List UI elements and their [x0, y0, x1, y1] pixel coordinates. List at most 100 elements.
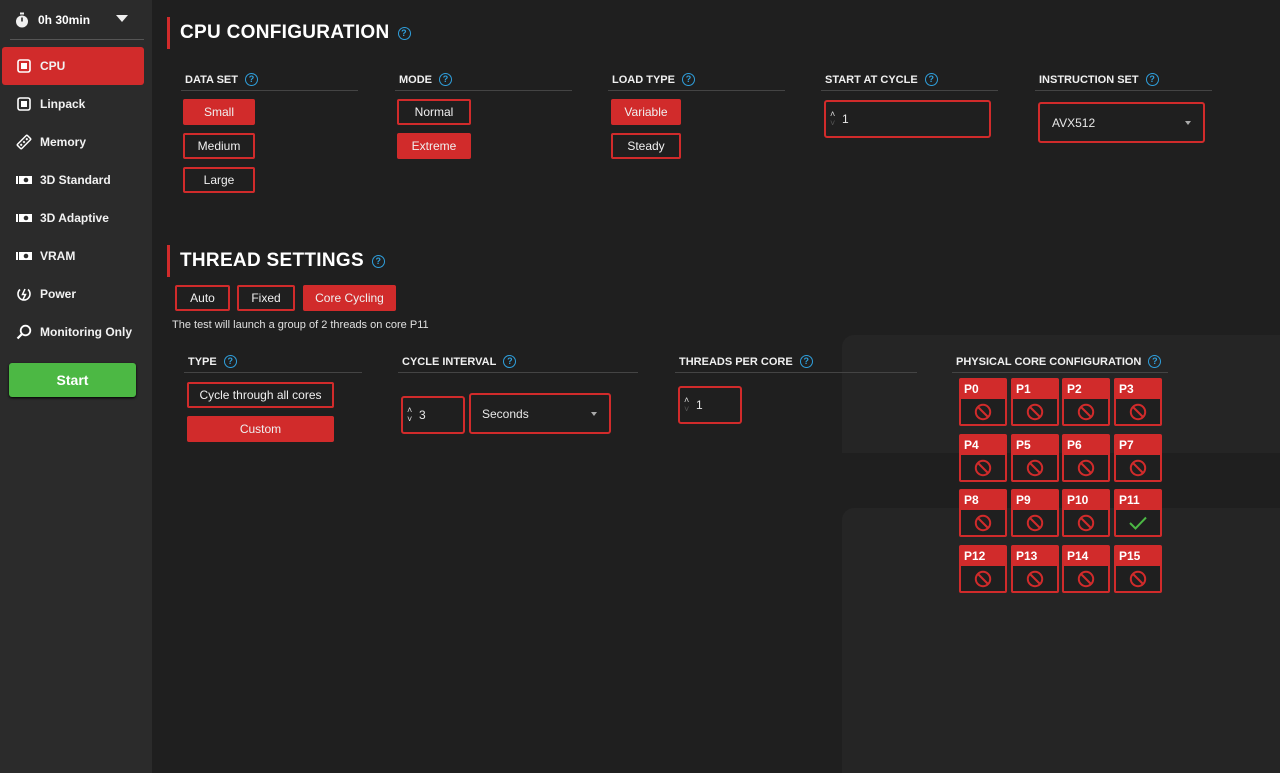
core-toggle-p7[interactable]: P7 — [1114, 434, 1162, 482]
core-label: P14 — [1064, 547, 1108, 566]
load-type-steady-button[interactable]: Steady — [611, 133, 681, 159]
threads-per-core-input[interactable]: ˄ ˅ 1 — [678, 386, 742, 424]
load-type-label: LOAD TYPE — [612, 73, 675, 86]
sidebar-item-label: VRAM — [40, 249, 76, 263]
core-toggle-p8[interactable]: P8 — [959, 489, 1007, 537]
chevron-down-icon[interactable]: ˅ — [684, 405, 692, 414]
chevron-down-icon[interactable]: ˅ — [407, 415, 415, 424]
help-icon[interactable]: ? — [439, 73, 452, 86]
disabled-icon — [1013, 510, 1057, 535]
data-set-small-button[interactable]: Small — [183, 99, 255, 125]
timer-label: 0h 30min — [38, 13, 91, 27]
core-label: P6 — [1064, 436, 1108, 455]
start-at-cycle-input[interactable]: ˄ ˅ 1 — [824, 100, 991, 138]
number-stepper[interactable]: ˄ ˅ — [830, 110, 838, 128]
data-set-header: DATA SET? — [181, 69, 358, 91]
disabled-icon — [961, 399, 1005, 424]
core-toggle-p13[interactable]: P13 — [1011, 545, 1059, 593]
help-icon[interactable]: ? — [924, 73, 938, 86]
core-toggle-p9[interactable]: P9 — [1011, 489, 1059, 537]
disabled-icon — [1064, 566, 1108, 591]
core-toggle-p15[interactable]: P15 — [1114, 545, 1162, 593]
mode-normal-button[interactable]: Normal — [397, 99, 471, 125]
disabled-icon — [1013, 399, 1057, 424]
core-toggle-p12[interactable]: P12 — [959, 545, 1007, 593]
timer-selector[interactable]: 0h 30min — [14, 6, 140, 34]
sidebar-item-label: Monitoring Only — [40, 325, 132, 339]
core-label: P11 — [1116, 491, 1160, 510]
core-toggle-p6[interactable]: P6 — [1062, 434, 1110, 482]
chevron-down-icon[interactable]: ˅ — [830, 119, 838, 128]
disabled-icon — [961, 455, 1005, 480]
core-label: P12 — [961, 547, 1005, 566]
mode-label: MODE — [399, 73, 432, 86]
core-label: P4 — [961, 436, 1005, 455]
cycle-interval-unit-select[interactable]: Seconds — [469, 393, 611, 434]
disabled-icon — [1064, 399, 1108, 424]
core-label: P5 — [1013, 436, 1057, 455]
help-icon[interactable]: ? — [1145, 73, 1159, 86]
sidebar-item-cpu[interactable]: CPU — [2, 47, 144, 85]
help-icon[interactable]: ? — [397, 26, 411, 40]
background-panel — [842, 508, 1280, 773]
help-icon[interactable]: ? — [681, 73, 695, 86]
instruction-set-label: INSTRUCTION SET — [1039, 73, 1139, 86]
help-icon[interactable]: ? — [503, 355, 517, 368]
sidebar-item-3d-standard[interactable]: 3D Standard — [2, 161, 144, 199]
core-label: P10 — [1064, 491, 1108, 510]
sidebar-item-label: Memory — [40, 135, 87, 149]
checkmark-icon — [1116, 510, 1160, 535]
number-stepper[interactable]: ˄ ˅ — [684, 396, 692, 414]
help-icon[interactable]: ? — [799, 355, 813, 368]
cycle-interval-value: 3 — [419, 408, 426, 422]
core-toggle-p14[interactable]: P14 — [1062, 545, 1110, 593]
start-at-cycle-label: START AT CYCLE — [825, 73, 918, 86]
sidebar-item-3d-adaptive[interactable]: 3D Adaptive — [2, 199, 144, 237]
gpu-icon — [16, 172, 32, 188]
thread-mode-auto-button[interactable]: Auto — [175, 285, 230, 311]
data-set-large-button[interactable]: Large — [183, 167, 255, 193]
start-at-cycle-value: 1 — [842, 112, 849, 126]
thread-mode-fixed-button[interactable]: Fixed — [237, 285, 295, 311]
core-toggle-p0[interactable]: P0 — [959, 378, 1007, 426]
core-toggle-p5[interactable]: P5 — [1011, 434, 1059, 482]
help-icon[interactable]: ? — [244, 73, 258, 86]
core-toggle-p11[interactable]: P11 — [1114, 489, 1162, 537]
mode-extreme-button[interactable]: Extreme — [397, 133, 471, 159]
core-label: P13 — [1013, 547, 1057, 566]
instruction-set-header: INSTRUCTION SET? — [1035, 69, 1212, 91]
thread-mode-core-cycling-button[interactable]: Core Cycling — [303, 285, 396, 311]
sidebar-item-label: Power — [40, 287, 77, 301]
start-button[interactable]: Start — [9, 363, 136, 397]
core-label: P2 — [1064, 380, 1108, 399]
physical-core-header: PHYSICAL CORE CONFIGURATION? — [952, 351, 1168, 373]
disabled-icon — [961, 566, 1005, 591]
number-stepper[interactable]: ˄ ˅ — [407, 406, 415, 424]
linpack-icon — [16, 96, 32, 112]
chevron-down-icon[interactable] — [116, 15, 128, 22]
core-toggle-p1[interactable]: P1 — [1011, 378, 1059, 426]
sidebar-item-monitoring-only[interactable]: Monitoring Only — [2, 313, 144, 351]
core-toggle-p10[interactable]: P10 — [1062, 489, 1110, 537]
type-custom-button[interactable]: Custom — [187, 416, 334, 442]
core-toggle-p2[interactable]: P2 — [1062, 378, 1110, 426]
help-icon[interactable]: ? — [1148, 355, 1162, 368]
core-toggle-p3[interactable]: P3 — [1114, 378, 1162, 426]
section-title-thread-settings: THREAD SETTINGS ? — [167, 245, 385, 277]
instruction-set-select[interactable]: AVX512 — [1038, 102, 1205, 143]
core-toggle-p4[interactable]: P4 — [959, 434, 1007, 482]
disabled-icon — [1064, 510, 1108, 535]
help-icon[interactable]: ? — [223, 355, 237, 368]
sidebar-item-vram[interactable]: VRAM — [2, 237, 144, 275]
cycle-interval-input[interactable]: ˄ ˅ 3 — [401, 396, 465, 434]
sidebar-item-power[interactable]: Power — [2, 275, 144, 313]
data-set-medium-button[interactable]: Medium — [183, 133, 255, 159]
disabled-icon — [961, 510, 1005, 535]
load-type-variable-button[interactable]: Variable — [611, 99, 681, 125]
core-label: P9 — [1013, 491, 1057, 510]
type-cycle-all-cores-button[interactable]: Cycle through all cores — [187, 382, 334, 408]
threads-per-core-label: THREADS PER CORE — [679, 355, 793, 368]
sidebar-item-memory[interactable]: Memory — [2, 123, 144, 161]
help-icon[interactable]: ? — [371, 254, 385, 268]
sidebar-item-linpack[interactable]: Linpack — [2, 85, 144, 123]
